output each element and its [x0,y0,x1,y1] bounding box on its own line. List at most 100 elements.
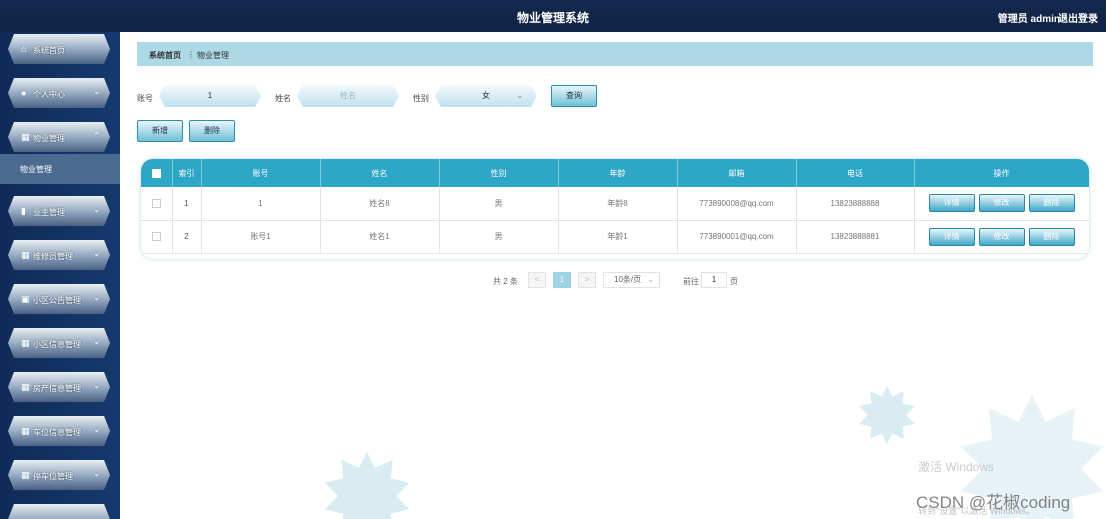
column-header: 账号 [201,159,321,187]
account-label: 账号 [137,94,153,103]
clipboard-icon: ▣ [21,294,30,304]
row-checkbox[interactable] [141,187,173,221]
name-input[interactable]: 姓名 [297,85,399,107]
app-title: 物业管理系统 [516,11,589,25]
breadcrumb-current: 物业管理 [197,51,229,60]
column-header: 性别 [439,159,559,187]
row-checkbox[interactable] [141,220,173,254]
chevron-down-icon: ⌄ [93,469,100,478]
cell-actions: 详情 修改 删除 [914,220,1089,254]
cell-account: 1 [201,187,321,221]
grid-icon: ▦ [21,250,30,260]
sidebar: ⌂ 系统首页 ● 个人中心 ⌄ ▦ 物业管理 ⌃ 物业管理 ▮ 业主管理 ⌄ ▦… [0,32,120,519]
sidebar-item-owner-management[interactable]: ▮ 业主管理 ⌄ [8,196,110,226]
gender-select[interactable]: 女 ⌄ [435,85,537,107]
cell-name: 姓名1 [320,220,440,254]
table-header-row: 索引 账号 姓名 性别 年龄 邮箱 电话 操作 [141,159,1089,187]
page-size-select[interactable]: 10条/页 ⌄ [603,272,660,288]
windows-activation-watermark: 激活 Windows [918,460,995,474]
cell-gender: 男 [439,187,559,221]
cell-age: 年龄1 [558,220,678,254]
cell-index: 2 [172,220,202,254]
sidebar-item-parking-info[interactable]: ▦ 车位信息管理 ⌄ [8,416,110,446]
table-row: 1 1 姓名8 男 年龄8 773890008@qq.com 138238888… [141,187,1089,221]
gender-label: 性别 [413,94,429,103]
delete-button[interactable]: 删除 [1028,227,1075,246]
windows-activation-subtext: 转到"设置"以激活 Windows。 [918,506,1036,516]
detail-button[interactable]: 详情 [928,227,975,246]
chevron-down-icon: ⌄ [93,337,100,346]
sidebar-item-label: 停车位管理 [33,472,73,481]
detail-button[interactable]: 详情 [928,194,975,213]
grid-icon: ▦ [21,382,30,392]
current-user: 管理员 admin [997,14,1060,25]
name-label: 姓名 [275,94,291,103]
sidebar-item-label: 物业管理 [33,134,65,143]
cell-phone: 13823888881 [796,220,915,254]
cell-name: 姓名8 [320,187,440,221]
sidebar-item-label: 房产信息管理 [33,384,81,393]
column-header: 年龄 [558,159,678,187]
cell-email: 773890001@qq.com [677,220,797,254]
top-bar: 物业管理系统 管理员 admin 退出登录 [0,0,1106,32]
sidebar-item-home[interactable]: ⌂ 系统首页 [8,34,110,64]
submenu-item-property-management[interactable]: 物业管理 [0,154,120,184]
background-star-decoration [859,386,915,444]
breadcrumb: 系统首页 ⋮ 物业管理 [137,42,1093,66]
cell-index: 1 [172,187,202,221]
sidebar-item-label: 系统首页 [33,46,65,55]
cell-phone: 13823888888 [796,187,915,221]
batch-delete-button[interactable]: 删除 [189,120,235,142]
gender-select-value: 女 [482,91,490,100]
sidebar-item-house-info[interactable]: ▦ 房产信息管理 ⌄ [8,372,110,402]
logout-link[interactable]: 退出登录 [1058,10,1098,25]
checkbox-icon [151,168,161,178]
sidebar-item-property-management[interactable]: ▦ 物业管理 ⌃ [8,122,110,152]
delete-button[interactable]: 删除 [1028,194,1075,213]
chevron-down-icon: ⌄ [93,293,100,302]
sidebar-item-notice-management[interactable]: ▣ 小区公告管理 ⌄ [8,284,110,314]
sidebar-item-personal-center[interactable]: ● 个人中心 ⌄ [8,78,110,108]
edit-button[interactable]: 修改 [978,194,1025,213]
chevron-down-icon: ⌄ [93,205,100,214]
background-star-decoration [324,452,410,519]
sidebar-item-label: 业主管理 [33,208,65,217]
cell-age: 年龄8 [558,187,678,221]
goto-suffix: 页 [730,277,738,286]
edit-button[interactable]: 修改 [978,227,1025,246]
sidebar-item-partial[interactable] [8,504,110,519]
cell-actions: 详情 修改 删除 [914,187,1089,221]
cell-account: 账号1 [201,220,321,254]
person-icon: ● [21,88,27,98]
sidebar-item-label: 小区信息管理 [33,340,81,349]
column-header: 操作 [914,159,1089,187]
chevron-down-icon: ⌄ [93,381,100,390]
breadcrumb-home[interactable]: 系统首页 [149,50,181,61]
add-button[interactable]: 新增 [137,120,183,142]
chevron-down-icon: ⌄ [647,275,654,284]
column-header: 邮箱 [677,159,797,187]
prev-page-button[interactable]: < [528,272,546,288]
grid-icon: ▦ [21,338,30,348]
chevron-down-icon: ⌄ [93,425,100,434]
sidebar-item-parking-space[interactable]: ▦ 停车位管理 ⌄ [8,460,110,490]
sidebar-item-label: 维修员管理 [33,252,73,261]
account-input[interactable]: 1 [159,85,261,107]
select-all-checkbox[interactable] [141,159,173,187]
sidebar-item-label: 车位信息管理 [33,428,81,437]
sidebar-item-label: 小区公告管理 [33,296,81,305]
goto-page-input[interactable]: 1 [701,272,727,288]
cell-gender: 男 [439,220,559,254]
grid-icon: ▦ [21,426,30,436]
sidebar-item-repairman-management[interactable]: ▦ 维修员管理 ⌄ [8,240,110,270]
breadcrumb-separator: ⋮ [187,50,195,59]
submenu-item-label: 物业管理 [20,165,52,174]
sidebar-item-label: 个人中心 [33,90,65,99]
sidebar-item-community-info[interactable]: ▦ 小区信息管理 ⌄ [8,328,110,358]
query-button[interactable]: 查询 [551,85,597,107]
goto-label: 前往 [683,277,699,286]
page-size-value: 10条/页 [614,275,642,284]
column-header: 姓名 [320,159,440,187]
page-number-button[interactable]: 1 [553,272,571,288]
next-page-button[interactable]: > [578,272,596,288]
